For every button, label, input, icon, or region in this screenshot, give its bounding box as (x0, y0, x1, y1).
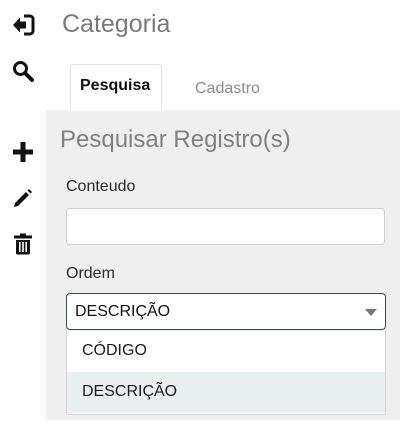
ordem-dropdown-list: CÓDIGO DESCRIÇÃO (66, 331, 386, 415)
trash-icon (13, 233, 33, 255)
pencil-icon (12, 187, 34, 209)
section-title: Pesquisar Registro(s) (60, 126, 291, 153)
app-root: Categoria Pesquisa Cadastro Pesquisar Re… (0, 0, 408, 430)
back-button[interactable] (8, 10, 38, 40)
conteudo-input[interactable] (66, 208, 385, 245)
caret-down-icon (365, 309, 377, 316)
add-button[interactable] (8, 137, 38, 167)
delete-button[interactable] (8, 229, 38, 259)
tab-cadastro[interactable]: Cadastro (195, 80, 260, 98)
ordem-select[interactable]: DESCRIÇÃO (66, 293, 386, 330)
option-codigo[interactable]: CÓDIGO (67, 331, 385, 372)
search-button[interactable] (8, 56, 38, 86)
ordem-selected-value: DESCRIÇÃO (75, 303, 171, 320)
plus-icon (12, 141, 34, 163)
left-toolbar (0, 0, 46, 430)
tab-pesquisa[interactable]: Pesquisa (70, 64, 162, 111)
ordem-label: Ordem (66, 265, 115, 282)
back-icon (11, 14, 35, 36)
conteudo-label: Conteudo (66, 178, 136, 195)
edit-button[interactable] (8, 183, 38, 213)
page-title: Categoria (62, 10, 171, 38)
option-descricao[interactable]: DESCRIÇÃO (67, 372, 385, 413)
search-icon (12, 60, 34, 82)
